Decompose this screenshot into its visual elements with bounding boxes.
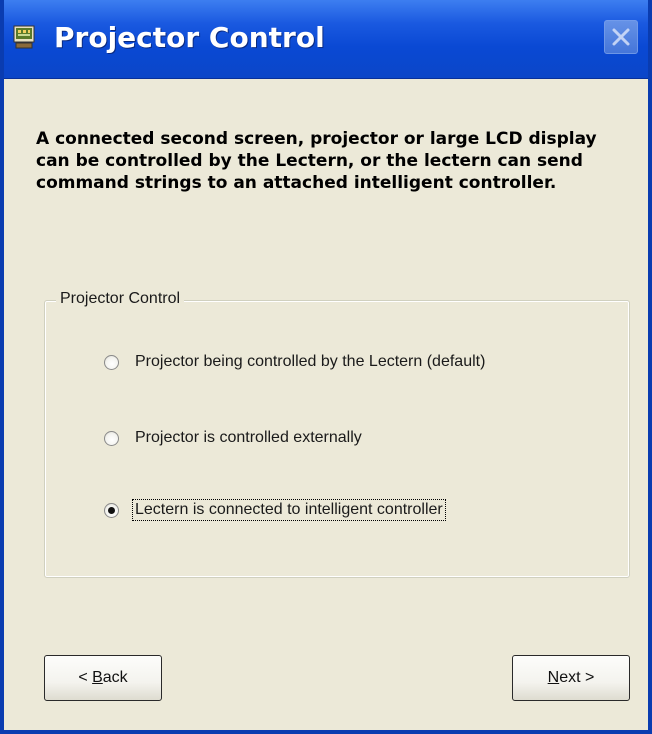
radio-label[interactable]: Projector is controlled externally bbox=[133, 428, 364, 448]
groupbox-label: Projector Control bbox=[56, 288, 185, 310]
radio-button-selected[interactable] bbox=[104, 502, 119, 518]
back-button-label: < Back bbox=[78, 669, 128, 686]
back-button[interactable]: < Back bbox=[44, 655, 162, 701]
instruction-text: A connected second screen, projector or … bbox=[36, 129, 597, 193]
next-button[interactable]: Next > bbox=[512, 655, 630, 701]
next-button-label: Next > bbox=[547, 669, 595, 686]
window-title: Projector Control bbox=[54, 21, 325, 54]
wizard-window: Projector Control A connected second scr… bbox=[0, 0, 652, 734]
radio-label[interactable]: Lectern is connected to intelligent cont… bbox=[132, 499, 446, 521]
radio-option-lectern-controlled[interactable]: Projector being controlled by the Lecter… bbox=[104, 348, 487, 376]
radio-button[interactable] bbox=[104, 430, 119, 446]
radio-option-external[interactable]: Projector is controlled externally bbox=[104, 424, 364, 452]
radio-label[interactable]: Projector being controlled by the Lecter… bbox=[133, 352, 487, 372]
radio-selected-dot bbox=[108, 506, 115, 514]
projector-app-icon bbox=[12, 24, 36, 50]
radio-option-intelligent-controller[interactable]: Lectern is connected to intelligent cont… bbox=[104, 496, 446, 524]
close-icon bbox=[612, 28, 630, 46]
close-button[interactable] bbox=[604, 20, 638, 54]
title-bar[interactable]: Projector Control bbox=[4, 0, 648, 79]
radio-button[interactable] bbox=[104, 354, 119, 370]
